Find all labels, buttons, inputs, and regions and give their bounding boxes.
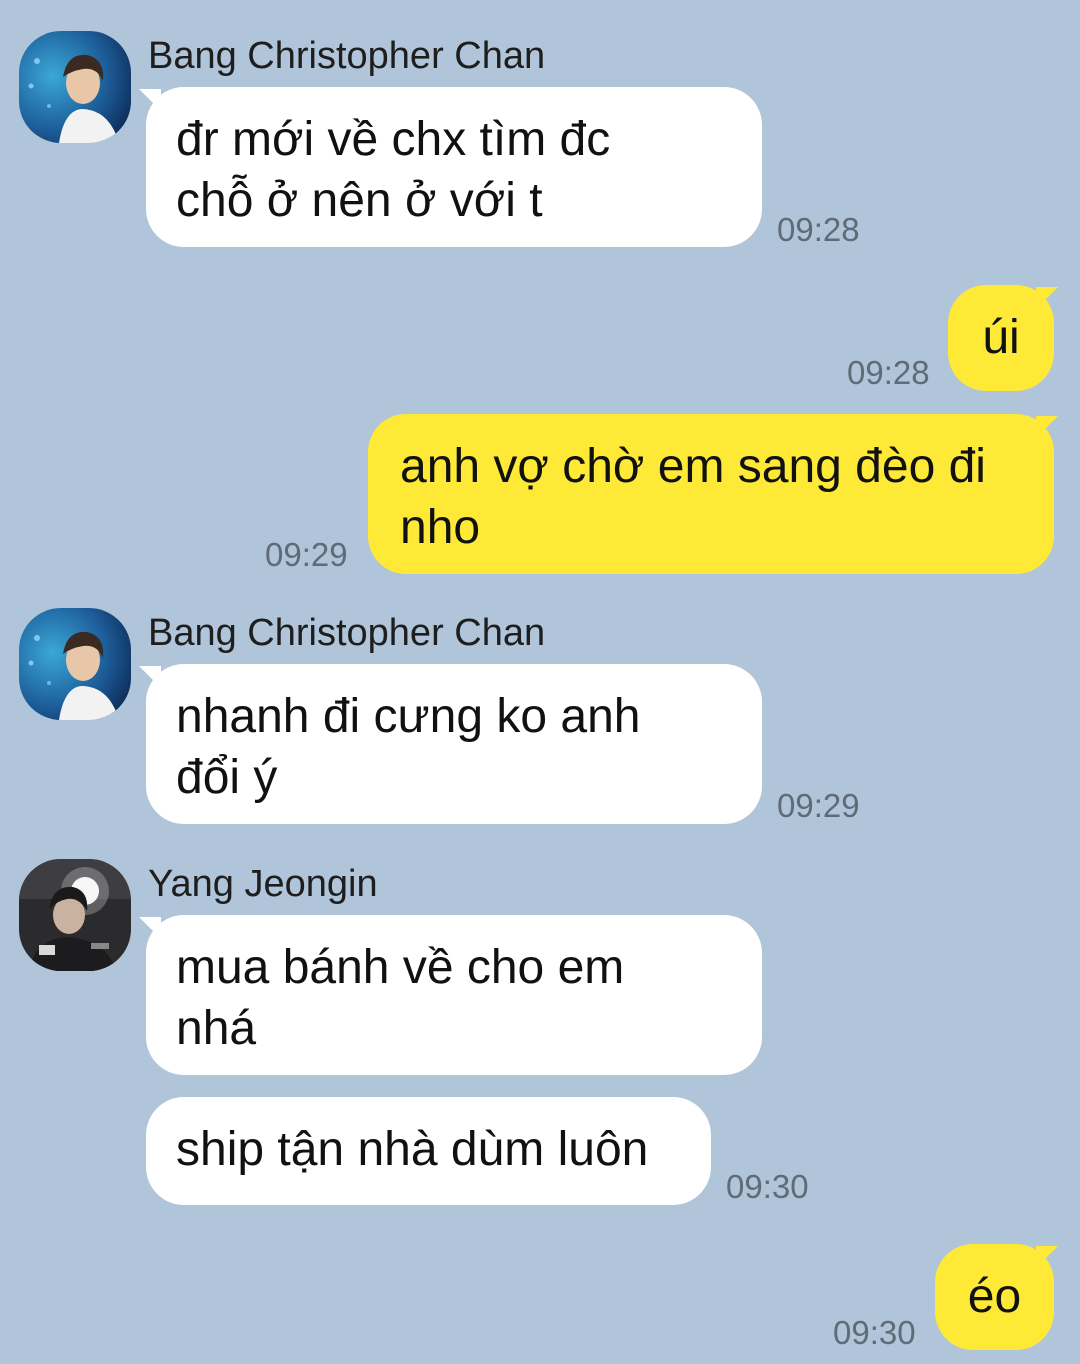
sender-name: Bang Christopher Chan	[148, 612, 546, 654]
message-bubble-incoming[interactable]: nhanh đi cưng ko anh đổi ý	[146, 664, 762, 824]
message-timestamp: 09:28	[847, 354, 930, 391]
message-timestamp: 09:28	[777, 211, 860, 248]
message-bubble-incoming[interactable]: mua bánh về cho em nhá	[146, 915, 762, 1075]
bubble-tail	[1036, 287, 1058, 309]
message-bubble-incoming[interactable]: đr mới về chx tìm đc chỗ ở nên ở với t	[146, 87, 762, 247]
profile-photo-icon	[19, 608, 131, 720]
profile-photo-icon	[19, 859, 131, 971]
avatar-bang-christopher-chan[interactable]	[19, 31, 131, 143]
sender-name: Bang Christopher Chan	[148, 35, 546, 77]
profile-photo-icon	[19, 31, 131, 143]
bubble-tail	[1036, 416, 1058, 438]
bubble-tail	[1036, 1246, 1058, 1268]
message-timestamp: 09:30	[726, 1168, 809, 1205]
avatar-bang-christopher-chan[interactable]	[19, 608, 131, 720]
avatar-yang-jeongin[interactable]	[19, 859, 131, 971]
sender-name: Yang Jeongin	[148, 863, 378, 905]
message-timestamp: 09:30	[833, 1314, 916, 1351]
message-bubble-incoming[interactable]: ship tận nhà dùm luôn	[146, 1097, 711, 1205]
message-timestamp: 09:29	[265, 536, 348, 573]
message-bubble-outgoing[interactable]: anh vợ chờ em sang đèo đi nho	[368, 414, 1054, 574]
message-timestamp: 09:29	[777, 787, 860, 824]
